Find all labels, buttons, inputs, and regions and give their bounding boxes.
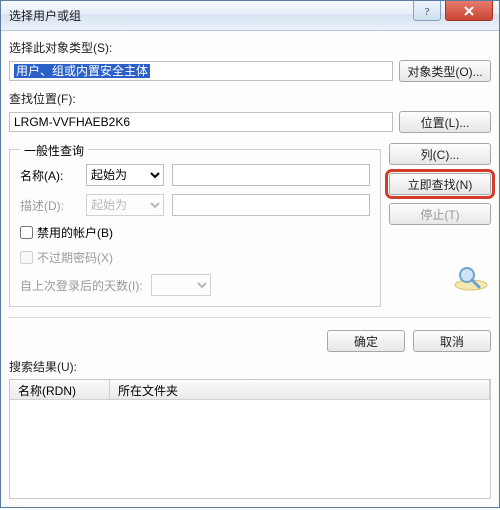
svg-text:?: ?: [425, 6, 430, 17]
name-match-combo[interactable]: 起始为: [86, 164, 164, 186]
help-button[interactable]: ?: [413, 1, 441, 21]
ok-button[interactable]: 确定: [327, 330, 405, 352]
object-types-button[interactable]: 对象类型(O)...: [399, 60, 491, 82]
results-list[interactable]: 名称(RDN) 所在文件夹: [9, 379, 491, 499]
days-since-logon-label: 自上次登录后的天数(I):: [20, 277, 143, 294]
disabled-accounts-label: 禁用的帐户(B): [37, 224, 113, 241]
locations-button[interactable]: 位置(L)...: [399, 111, 491, 133]
dialog-window: 选择用户或组 ? 选择此对象类型(S): 用户、组或内置安全主体 对象类型(O)…: [0, 0, 500, 508]
groupbox-legend: 一般性查询: [20, 142, 88, 159]
name-label: 名称(A):: [20, 167, 78, 184]
cancel-button[interactable]: 取消: [413, 330, 491, 352]
column-name[interactable]: 名称(RDN): [10, 380, 110, 399]
divider: [9, 317, 491, 318]
column-folder[interactable]: 所在文件夹: [110, 380, 490, 399]
desc-input: [172, 194, 370, 216]
dialog-body: 选择此对象类型(S): 用户、组或内置安全主体 对象类型(O)... 查找位置(…: [1, 31, 499, 507]
nonexpiring-pw-label: 不过期密码(X): [37, 249, 113, 266]
desc-match-combo: 起始为: [86, 194, 164, 216]
object-type-label: 选择此对象类型(S):: [9, 39, 491, 56]
location-field[interactable]: LRGM-VVFHAEB2K6: [9, 112, 393, 132]
results-header: 名称(RDN) 所在文件夹: [10, 380, 490, 400]
days-since-logon-combo: [151, 274, 211, 296]
window-controls: ?: [413, 1, 493, 21]
search-results-label: 搜索结果(U):: [9, 358, 491, 375]
desc-label: 描述(D):: [20, 197, 78, 214]
find-now-button[interactable]: 立即查找(N): [389, 173, 491, 195]
results-body: [10, 400, 490, 498]
window-title: 选择用户或组: [9, 7, 81, 24]
common-queries-group: 一般性查询 名称(A): 起始为 描述(D): 起始为: [9, 149, 381, 307]
name-input[interactable]: [172, 164, 370, 186]
title-bar: 选择用户或组 ?: [1, 1, 499, 31]
object-type-field[interactable]: 用户、组或内置安全主体: [9, 61, 393, 81]
stop-button: 停止(T): [389, 203, 491, 225]
location-label: 查找位置(F):: [9, 90, 491, 107]
disabled-accounts-checkbox[interactable]: [20, 226, 33, 239]
search-graphic-icon: [451, 263, 491, 293]
close-button[interactable]: [445, 1, 493, 21]
nonexpiring-pw-checkbox: [20, 251, 33, 264]
query-buttons-column: 列(C)... 立即查找(N) 停止(T): [389, 143, 491, 307]
columns-button[interactable]: 列(C)...: [389, 143, 491, 165]
location-value: LRGM-VVFHAEB2K6: [14, 115, 130, 129]
object-type-value: 用户、组或内置安全主体: [14, 64, 150, 78]
